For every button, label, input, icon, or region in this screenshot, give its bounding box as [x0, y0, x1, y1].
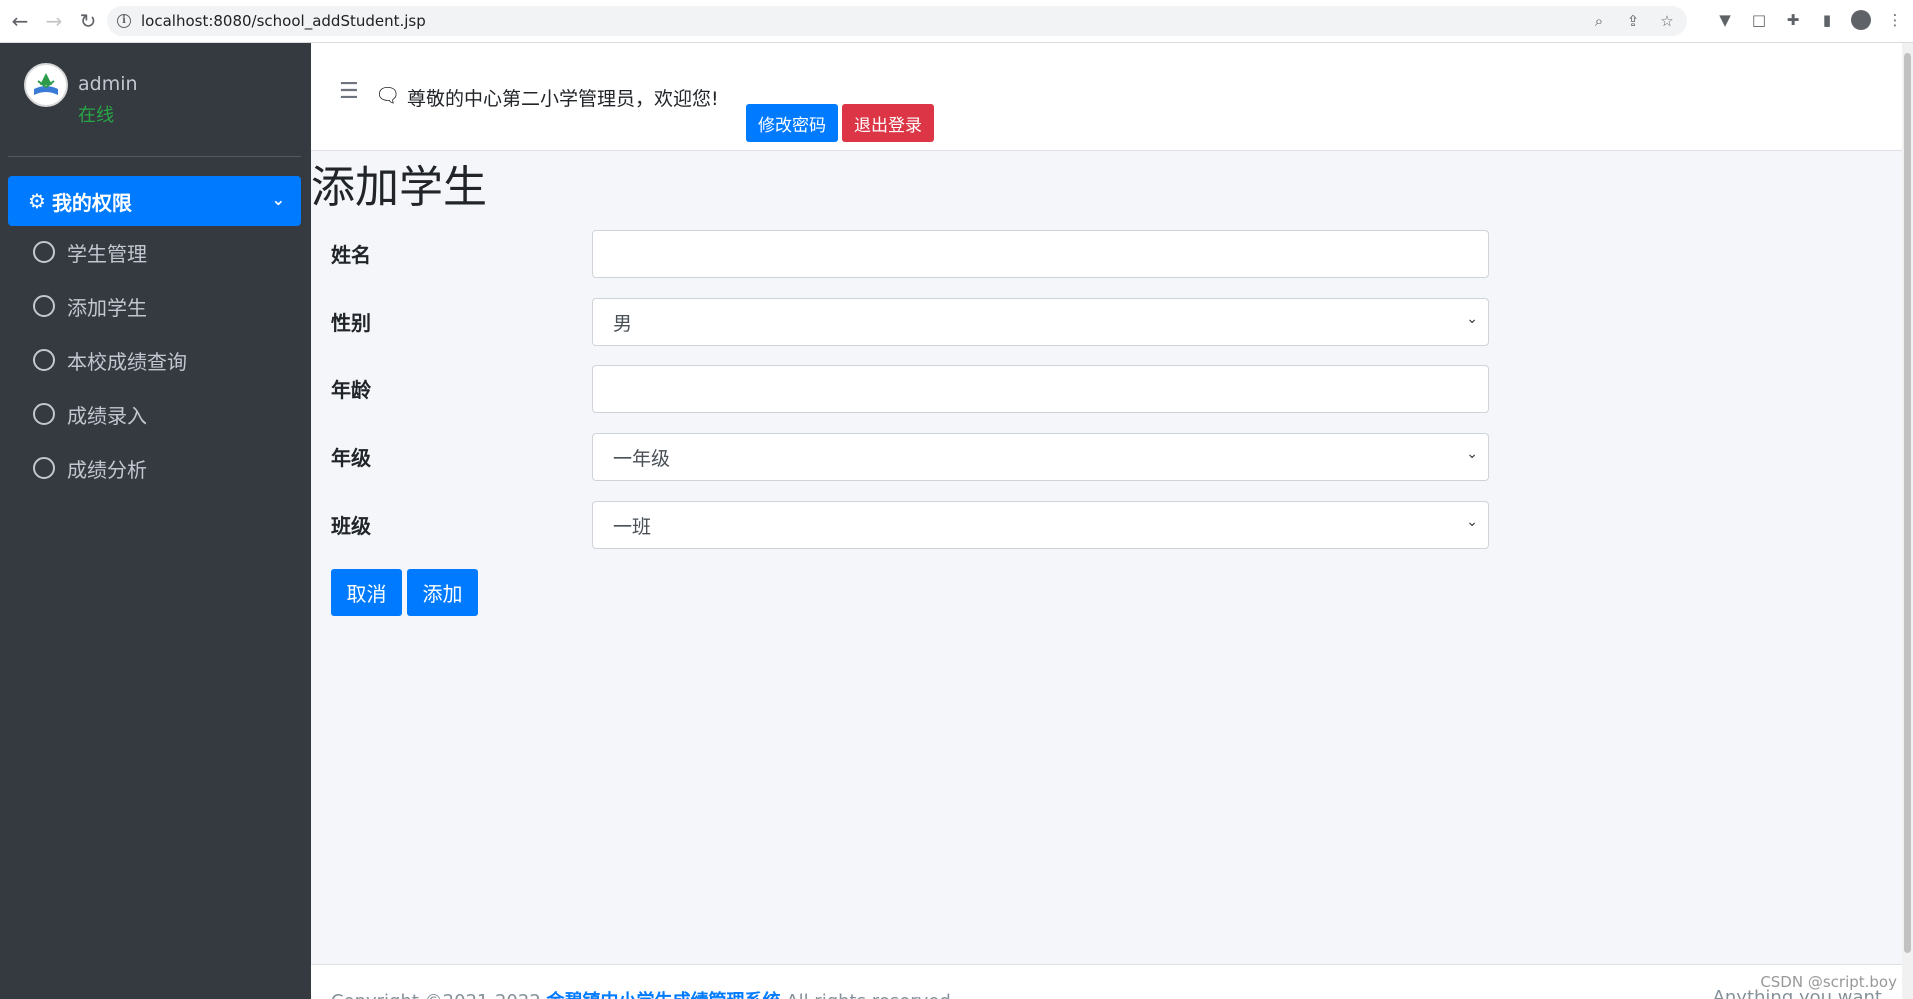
sidebar-item-add-student[interactable]: 添加学生: [8, 281, 301, 331]
chat-icon: 🗨: [375, 83, 401, 107]
class-select-value: 一班: [613, 515, 652, 538]
user-panel: admin 在线: [8, 43, 301, 157]
scrollbar[interactable]: [1902, 43, 1913, 999]
reload-icon[interactable]: ↻: [74, 7, 102, 35]
grade-select-value: 一年级: [613, 447, 671, 470]
url-text[interactable]: localhost:8080/school_addStudent.jsp: [141, 12, 426, 30]
change-password-button[interactable]: 修改密码: [746, 104, 838, 142]
sidebar-item-score-entry[interactable]: 成绩录入: [8, 389, 301, 439]
add-button[interactable]: 添加: [407, 569, 478, 616]
gender-select-value: 男: [613, 312, 633, 335]
footer-link[interactable]: 金碧镇中小学生成绩管理系统: [547, 991, 781, 999]
hamburger-icon[interactable]: ☰: [339, 79, 359, 104]
footer-suffix: All rights reserved.: [786, 991, 956, 999]
footer: Copyright ©2021-2022 金碧镇中小学生成绩管理系统 All r…: [311, 964, 1902, 999]
page-title: 添加学生: [311, 162, 487, 213]
name-label: 姓名: [331, 243, 371, 267]
gender-select[interactable]: 男 ⌄: [592, 298, 1489, 346]
user-name: admin: [78, 73, 138, 95]
puzzle-icon[interactable]: ✚: [1783, 9, 1803, 31]
back-icon[interactable]: ←: [6, 7, 34, 35]
chevron-down-icon: ⌄: [1466, 514, 1478, 530]
sidebar-item-label: 成绩分析: [67, 457, 147, 482]
circle-icon: [33, 349, 55, 371]
class-label: 班级: [331, 514, 371, 538]
grade-select[interactable]: 一年级 ⌄: [592, 433, 1489, 481]
address-bar[interactable]: i localhost:8080/school_addStudent.jsp ⌕…: [107, 6, 1687, 36]
user-status: 在线: [78, 105, 114, 126]
welcome-text: 尊敬的中心第二小学管理员，欢迎您!: [407, 88, 719, 110]
top-navbar: ☰ 🗨 尊敬的中心第二小学管理员，欢迎您! 修改密码 退出登录: [311, 43, 1902, 151]
circle-icon: [33, 295, 55, 317]
gender-label: 性别: [331, 311, 371, 335]
footer-copyright: Copyright ©2021-2022 金碧镇中小学生成绩管理系统 All r…: [331, 987, 957, 999]
browser-toolbar: ← → ↻ i localhost:8080/school_addStudent…: [0, 0, 1913, 43]
sidebar-item-score-query[interactable]: 本校成绩查询: [8, 335, 301, 385]
scrollbar-thumb[interactable]: [1904, 53, 1911, 953]
side-panel-icon[interactable]: ▮: [1817, 9, 1837, 31]
chevron-down-icon: ⌄: [271, 190, 285, 209]
sidebar-item-label: 本校成绩查询: [67, 349, 187, 374]
sidebar-item-label: 成绩录入: [67, 403, 147, 428]
name-input[interactable]: [592, 230, 1489, 278]
circle-icon: [33, 403, 55, 425]
chevron-down-icon: ⌄: [1466, 311, 1478, 327]
profile-icon[interactable]: [1851, 9, 1871, 31]
grade-label: 年级: [331, 446, 371, 470]
zoom-icon[interactable]: ⌕: [1589, 11, 1609, 31]
class-select[interactable]: 一班 ⌄: [592, 501, 1489, 549]
circle-icon: [33, 457, 55, 479]
menu-my-permissions[interactable]: ⚙ 我的权限 ⌄: [8, 176, 301, 226]
school-logo-icon: [24, 63, 68, 107]
age-input[interactable]: [592, 365, 1489, 413]
circle-icon: [33, 241, 55, 263]
sidebar-item-student-management[interactable]: 学生管理: [8, 227, 301, 277]
main-content: 添加学生 姓名 性别 男 ⌄ 年龄 年级 一年级 ⌄ 班级 一班 ⌄ 取消 添加: [311, 151, 1902, 964]
forward-icon[interactable]: →: [40, 7, 68, 35]
footer-prefix: Copyright ©2021-2022: [331, 991, 541, 999]
info-icon[interactable]: i: [117, 14, 131, 28]
gear-icon: ⚙: [28, 189, 46, 213]
logout-button[interactable]: 退出登录: [842, 104, 934, 142]
sidebar-item-label: 添加学生: [67, 295, 147, 320]
share-icon[interactable]: ⇪: [1623, 11, 1643, 31]
menu-header-label: 我的权限: [51, 190, 132, 215]
menu-dots-icon[interactable]: ⋮: [1885, 9, 1905, 31]
extension-icon[interactable]: □: [1749, 9, 1769, 31]
sidebar-item-score-analysis[interactable]: 成绩分析: [8, 443, 301, 493]
star-icon[interactable]: ☆: [1657, 11, 1677, 31]
sidebar-item-label: 学生管理: [67, 241, 147, 266]
sidebar: admin 在线 ⚙ 我的权限 ⌄ 学生管理 添加学生 本校成绩查询 成绩录入 …: [0, 43, 311, 999]
cancel-button[interactable]: 取消: [331, 569, 402, 616]
vue-devtools-icon[interactable]: ▼: [1715, 9, 1735, 31]
watermark: CSDN @script.boy: [1760, 973, 1897, 991]
chevron-down-icon: ⌄: [1466, 446, 1478, 462]
age-label: 年龄: [331, 378, 371, 402]
